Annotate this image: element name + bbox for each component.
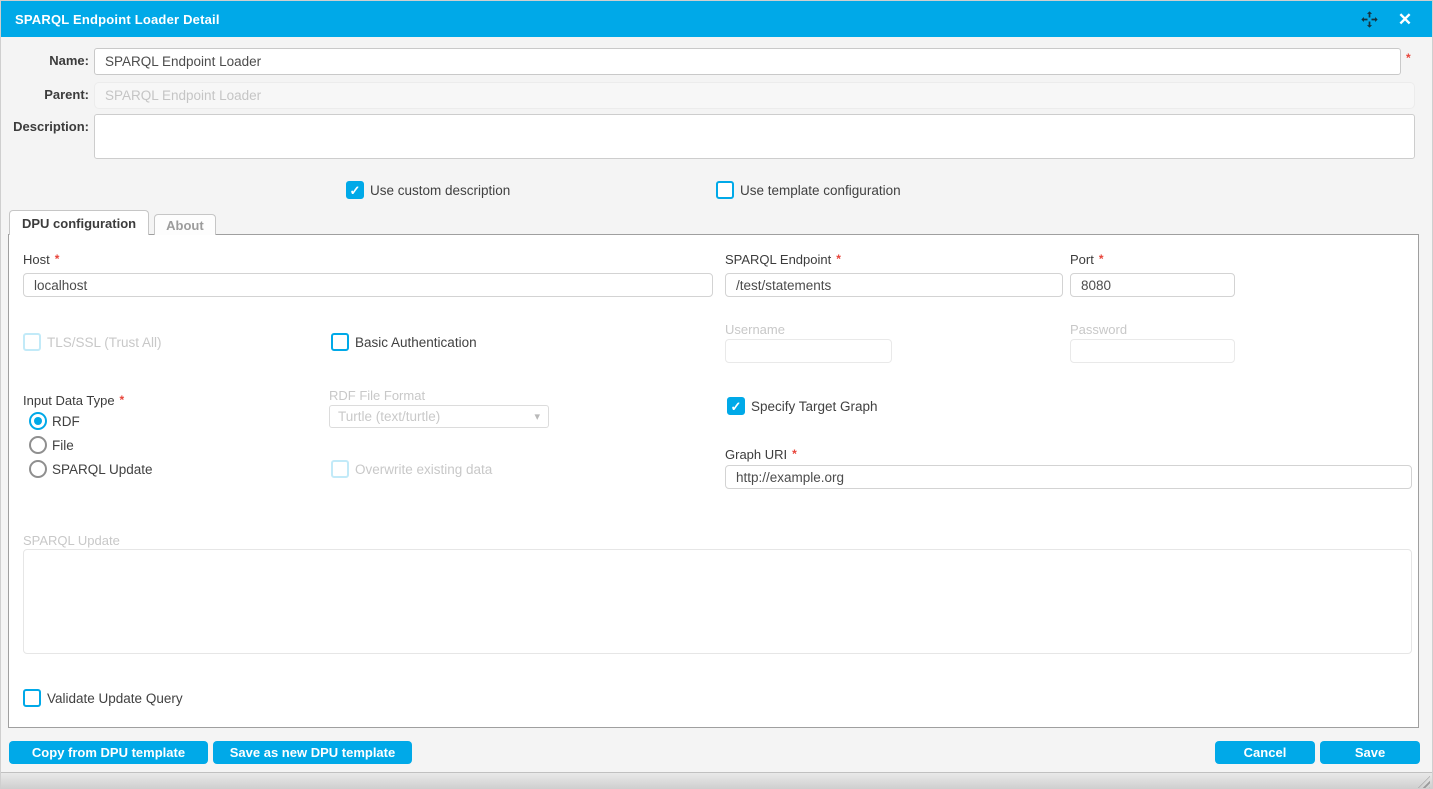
dpu-detail-dialog: SPARQL Endpoint Loader Detail ✕ Name: * … <box>0 0 1433 789</box>
resize-grip-icon[interactable] <box>1418 776 1430 788</box>
cancel-button[interactable]: Cancel <box>1215 741 1315 764</box>
copy-from-dpu-template-button[interactable]: Copy from DPU template <box>9 741 208 764</box>
dpu-configuration-panel: Host* SPARQL Endpoint* Port* ✓ TLS/SSL (… <box>8 234 1419 728</box>
password-input <box>1070 339 1235 363</box>
checkbox-label: Basic Authentication <box>355 335 477 350</box>
checkbox-box: ✓ <box>23 333 41 351</box>
save-as-new-dpu-template-button[interactable]: Save as new DPU template <box>213 741 412 764</box>
checkbox-box: ✓ <box>23 689 41 707</box>
name-input[interactable] <box>94 48 1401 75</box>
check-icon: ✓ <box>731 400 742 413</box>
tab-label: DPU configuration <box>22 216 136 231</box>
radio-circle <box>29 436 47 454</box>
graph-uri-required-mark: * <box>792 447 797 461</box>
host-label: Host* <box>23 252 59 267</box>
rdf-file-format-select: Turtle (text/turtle) ▾ <box>329 405 549 428</box>
rdf-file-format-label: RDF File Format <box>329 388 425 403</box>
validate-update-query-checkbox[interactable]: ✓ Validate Update Query <box>23 689 183 707</box>
sparql-endpoint-required-mark: * <box>836 252 841 266</box>
sparql-endpoint-input[interactable] <box>725 273 1063 297</box>
checkbox-box: ✓ <box>331 460 349 478</box>
chevron-down-icon: ▾ <box>534 410 540 423</box>
select-value: Turtle (text/turtle) <box>338 409 440 424</box>
tab-dpu-configuration[interactable]: DPU configuration <box>9 210 149 235</box>
move-icon[interactable] <box>1358 8 1380 30</box>
checkbox-box: ✓ <box>716 181 734 199</box>
description-label: Description: <box>1 114 89 134</box>
checkbox-label: Validate Update Query <box>47 691 183 706</box>
dialog-title: SPARQL Endpoint Loader Detail <box>15 12 220 27</box>
use-template-configuration-checkbox[interactable]: ✓ Use template configuration <box>716 181 901 199</box>
parent-row: Parent: SPARQL Endpoint Loader <box>1 82 1418 109</box>
sparql-endpoint-label: SPARQL Endpoint* <box>725 252 841 267</box>
specify-target-graph-checkbox[interactable]: ✓ Specify Target Graph <box>727 397 878 415</box>
name-required-mark: * <box>1406 47 1411 65</box>
checkbox-label: Specify Target Graph <box>751 399 878 414</box>
host-required-mark: * <box>55 252 60 266</box>
tab-about[interactable]: About <box>154 214 216 235</box>
graph-uri-label: Graph URI* <box>725 447 797 462</box>
tab-label: About <box>166 218 204 233</box>
port-input[interactable] <box>1070 273 1235 297</box>
username-label: Username <box>725 322 785 337</box>
move-arrows-glyph <box>1361 11 1378 28</box>
save-button[interactable]: Save <box>1320 741 1420 764</box>
graph-uri-input[interactable] <box>725 465 1412 489</box>
parent-label: Parent: <box>1 82 89 102</box>
description-input[interactable] <box>94 114 1415 159</box>
sparql-update-label: SPARQL Update <box>23 533 120 548</box>
radio-rdf[interactable]: RDF <box>29 412 80 430</box>
check-icon: ✓ <box>335 336 346 349</box>
radio-circle <box>29 460 47 478</box>
check-icon: ✓ <box>27 692 38 705</box>
dialog-titlebar[interactable]: SPARQL Endpoint Loader Detail ✕ <box>1 1 1432 37</box>
check-icon: ✓ <box>335 463 346 476</box>
close-icon[interactable]: ✕ <box>1394 8 1416 30</box>
port-label: Port* <box>1070 252 1104 267</box>
check-icon: ✓ <box>27 336 38 349</box>
checkbox-label: Use template configuration <box>740 183 901 198</box>
checkbox-box: ✓ <box>727 397 745 415</box>
radio-label: SPARQL Update <box>52 462 153 477</box>
overwrite-existing-data-checkbox: ✓ Overwrite existing data <box>331 460 492 478</box>
basic-authentication-checkbox[interactable]: ✓ Basic Authentication <box>331 333 477 351</box>
tab-bar: DPU configuration About <box>9 210 216 235</box>
input-data-type-required-mark: * <box>120 393 125 407</box>
radio-file[interactable]: File <box>29 436 74 454</box>
parent-field: SPARQL Endpoint Loader <box>94 82 1415 109</box>
name-row: Name: * <box>1 48 1420 75</box>
check-icon: ✓ <box>350 184 361 197</box>
checkbox-label: Use custom description <box>370 183 510 198</box>
checkbox-box: ✓ <box>346 181 364 199</box>
username-input <box>725 339 892 363</box>
use-custom-description-checkbox[interactable]: ✓ Use custom description <box>346 181 510 199</box>
name-label: Name: <box>1 48 89 68</box>
checkbox-label: Overwrite existing data <box>355 462 492 477</box>
radio-circle <box>29 412 47 430</box>
parent-value: SPARQL Endpoint Loader <box>105 88 261 103</box>
sparql-update-input <box>23 549 1412 654</box>
port-required-mark: * <box>1099 252 1104 266</box>
radio-label: RDF <box>52 414 80 429</box>
input-data-type-label: Input Data Type* <box>23 393 124 408</box>
checkbox-label: TLS/SSL (Trust All) <box>47 335 162 350</box>
tls-ssl-checkbox: ✓ TLS/SSL (Trust All) <box>23 333 162 351</box>
status-bar <box>1 772 1432 789</box>
radio-sparql-update[interactable]: SPARQL Update <box>29 460 153 478</box>
radio-label: File <box>52 438 74 453</box>
check-icon: ✓ <box>720 184 731 197</box>
description-row: Description: <box>1 114 1418 159</box>
host-input[interactable] <box>23 273 713 297</box>
checkbox-box: ✓ <box>331 333 349 351</box>
password-label: Password <box>1070 322 1127 337</box>
